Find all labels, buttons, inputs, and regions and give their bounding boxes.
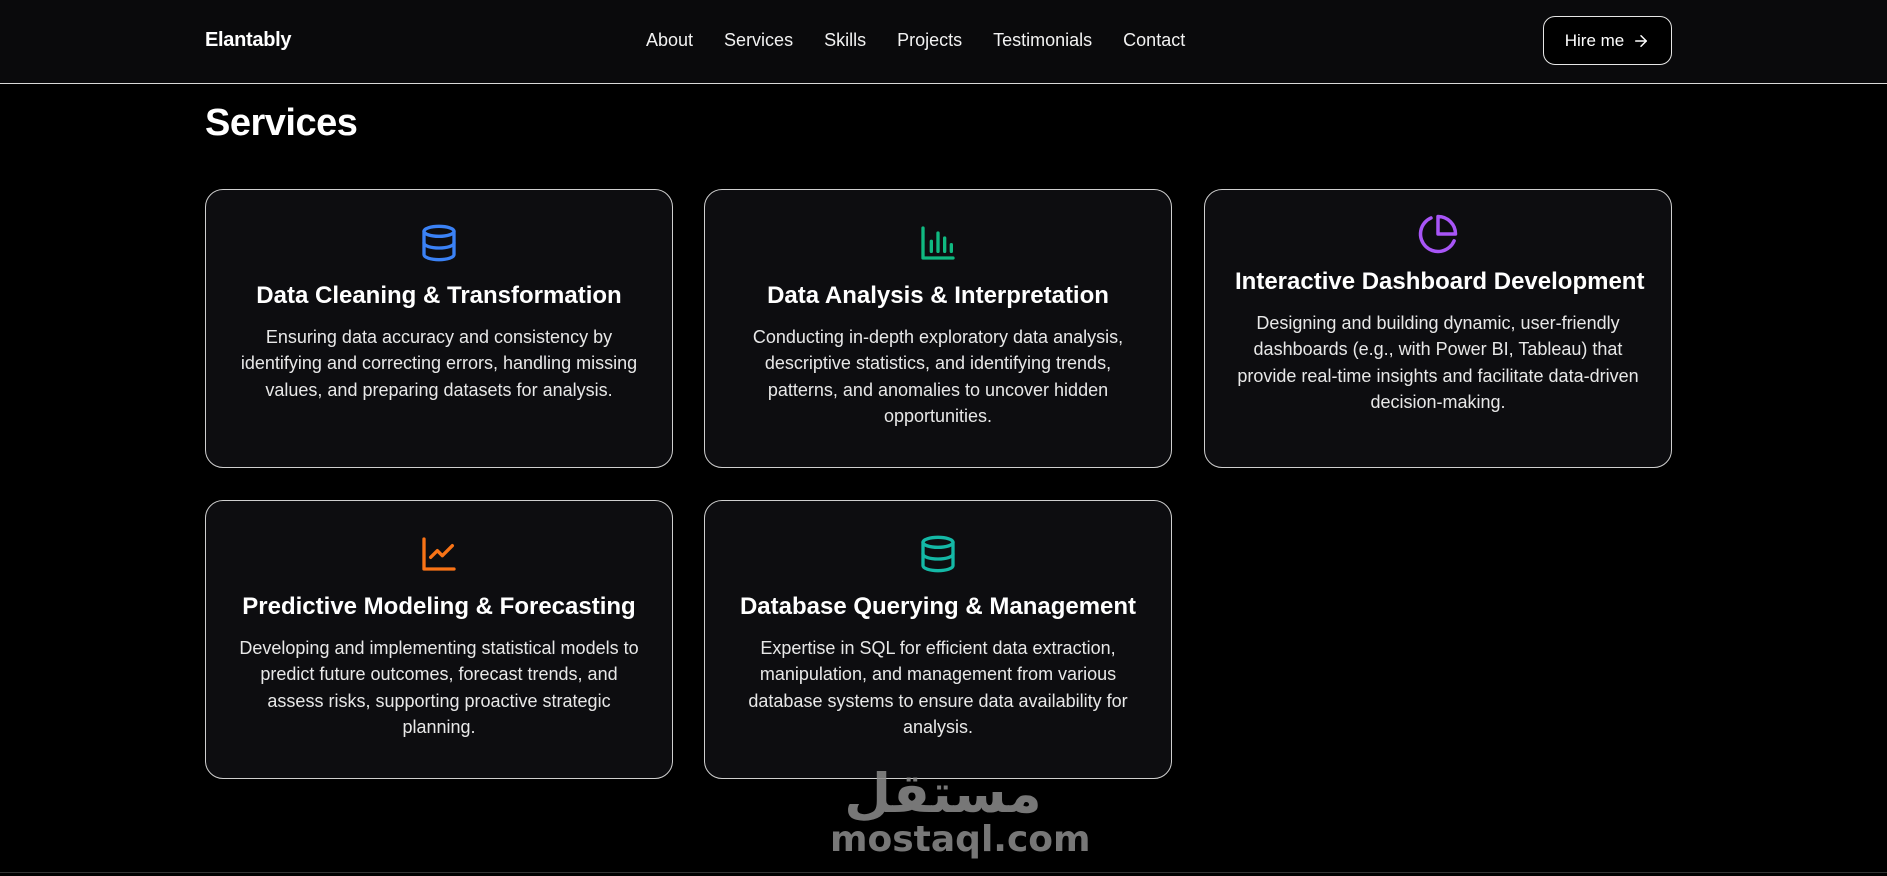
hire-me-label: Hire me (1564, 30, 1625, 50)
watermark-arabic-text: مستقل (844, 762, 1042, 825)
database-icon (422, 224, 456, 262)
nav-link-contact[interactable]: Contact (1123, 30, 1185, 51)
service-description: Expertise in SQL for efficient data extr… (748, 637, 1128, 738)
line-chart-icon (422, 537, 456, 571)
hire-me-button[interactable]: Hire me (1543, 16, 1672, 65)
service-description: Ensuring data accuracy and consistency b… (240, 326, 638, 400)
service-title: Interactive Dashboard Development (1235, 268, 1645, 295)
pie-chart-icon (1418, 214, 1458, 254)
nav-link-skills[interactable]: Skills (824, 30, 866, 51)
service-card-database-querying: Database Querying & Management Expertise… (704, 500, 1172, 779)
bar-chart-icon (921, 226, 955, 260)
watermark-latin-text: mostaql.com (830, 819, 1091, 860)
service-card-data-cleaning: Data Cleaning & Transformation Ensuring … (205, 189, 673, 468)
top-navbar: Elantably About Services Skills Projects… (0, 0, 1887, 84)
footer-divider (0, 872, 1887, 873)
service-description: Developing and implementing statistical … (239, 637, 639, 738)
brand-logo[interactable]: Elantably (205, 29, 292, 52)
database-icon (921, 535, 955, 573)
service-card-data-analysis: Data Analysis & Interpretation Conductin… (704, 189, 1172, 468)
nav-link-testimonials[interactable]: Testimonials (993, 30, 1092, 51)
nav-link-services[interactable]: Services (724, 30, 793, 51)
nav-link-about[interactable]: About (646, 30, 693, 51)
service-description: Designing and building dynamic, user-fri… (1237, 312, 1639, 413)
service-card-predictive-modeling: Predictive Modeling & Forecasting Develo… (205, 500, 673, 779)
service-description: Conducting in-depth exploratory data ana… (752, 326, 1124, 427)
service-title: Data Analysis & Interpretation (767, 282, 1109, 309)
nav-link-projects[interactable]: Projects (897, 30, 962, 51)
arrow-right-icon (1635, 34, 1648, 47)
service-title: Predictive Modeling & Forecasting (242, 593, 636, 620)
section-title: Services (205, 102, 358, 144)
service-card-dashboard-development: Interactive Dashboard Development Design… (1204, 189, 1672, 468)
service-title: Data Cleaning & Transformation (256, 282, 622, 309)
main-nav: About Services Skills Projects Testimoni… (646, 30, 1185, 51)
mostaql-watermark: مستقل mostaql.com (830, 762, 1091, 860)
service-title: Database Querying & Management (739, 593, 1137, 620)
